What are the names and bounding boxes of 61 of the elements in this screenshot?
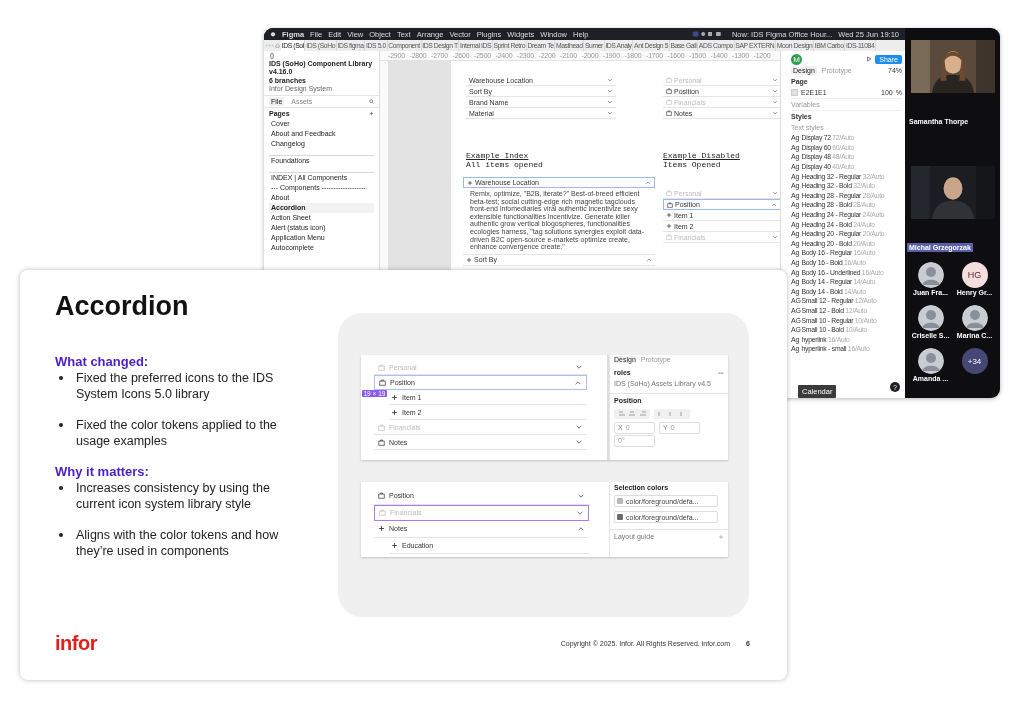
plus-icon	[391, 408, 398, 416]
logo: infor	[55, 631, 97, 655]
chevron-down-icon	[772, 190, 778, 196]
window-controls-icon[interactable]	[265, 44, 274, 47]
chevron-down-icon	[772, 234, 778, 240]
slide-title: Accordion	[55, 290, 190, 322]
avatar: HG	[961, 262, 988, 288]
example-subtitle: Items Opened	[663, 160, 722, 169]
bullet-icon	[59, 533, 63, 537]
avatar	[917, 305, 944, 331]
briefcase-icon	[666, 110, 672, 116]
figma-menu-icon[interactable]	[269, 53, 275, 59]
more-participants-badge[interactable]: +34	[961, 348, 988, 374]
example-title: Example Disabled	[663, 151, 740, 160]
avatar	[917, 348, 944, 374]
chevron-up-icon	[577, 524, 585, 533]
briefcase-icon	[667, 201, 673, 208]
avatar	[917, 262, 944, 288]
example-subtitle: All items opened	[466, 160, 543, 169]
add-icon[interactable]	[369, 111, 374, 116]
chevron-up-icon	[646, 256, 652, 263]
avatar	[961, 305, 988, 331]
section-heading: What changed:	[55, 354, 150, 370]
plus-icon	[466, 256, 472, 263]
briefcase-icon	[378, 363, 385, 371]
briefcase-icon	[666, 77, 672, 83]
plus-icon	[666, 223, 672, 229]
bullet-text: Fixed the preferred icons to the IDS System Icons 5.0 library	[76, 370, 275, 402]
logo-icon	[270, 31, 276, 37]
plus-icon	[391, 541, 398, 549]
briefcase-icon	[379, 509, 386, 517]
briefcase-icon	[666, 234, 672, 240]
briefcase-icon	[666, 190, 672, 196]
briefcase-icon	[378, 423, 385, 431]
plus-icon	[378, 525, 385, 533]
bullet-icon	[59, 376, 63, 380]
home-icon[interactable]	[275, 43, 280, 48]
briefcase-icon	[666, 88, 672, 94]
bullet-text: Aligns with the color tokens and how they’re used in components	[76, 527, 280, 559]
bullet-text: Fixed the color tokens applied to the usage examples	[76, 417, 278, 449]
more-icon[interactable]	[718, 369, 724, 376]
bullet-icon	[59, 423, 63, 427]
bullet-text: Increases consistency by using the current icon system library style	[76, 480, 271, 512]
section-heading: Why it matters:	[55, 464, 150, 480]
play-icon[interactable]	[866, 56, 873, 62]
bullet-icon	[59, 486, 63, 490]
chevron-down-icon	[575, 363, 583, 371]
plus-icon	[391, 393, 398, 401]
chevron-up-icon	[771, 201, 777, 208]
chevron-up-icon	[574, 378, 582, 387]
plus-icon	[666, 212, 672, 218]
color-swatch[interactable]	[791, 89, 798, 96]
briefcase-icon	[379, 379, 386, 386]
chevron-up-icon	[645, 179, 651, 186]
plus-icon	[467, 179, 473, 186]
briefcase-icon	[666, 99, 672, 105]
add-icon[interactable]	[718, 533, 724, 540]
example-title: Example Index	[466, 151, 530, 160]
briefcase-icon	[378, 438, 385, 446]
briefcase-icon	[378, 492, 385, 500]
search-icon[interactable]	[369, 99, 374, 104]
